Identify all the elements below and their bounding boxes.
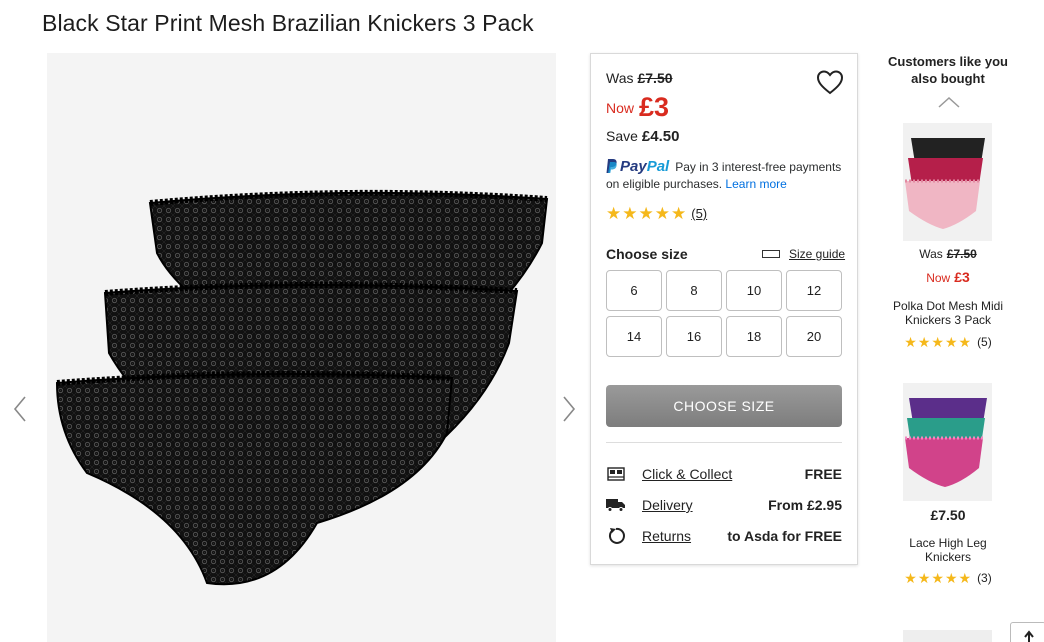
rating-count: (3): [977, 571, 992, 585]
now-label: Now: [606, 100, 635, 116]
star-icon: ★: [606, 204, 622, 223]
size-option-20[interactable]: 20: [786, 316, 842, 357]
next-image-arrow-icon[interactable]: [561, 395, 577, 423]
star-icon: ★: [917, 334, 931, 350]
paypal-message: PayPal Pay in 3 interest-free payments on…: [606, 158, 851, 193]
star-icon: ★: [958, 570, 972, 586]
star-icon: ★: [944, 570, 958, 586]
scroll-up-chevron-icon[interactable]: [938, 95, 960, 108]
recommended-product-rating: ★ ★ ★ ★ ★ (5): [878, 335, 1018, 349]
was-price: Was £7.50: [606, 70, 673, 86]
prev-image-arrow-icon[interactable]: [12, 395, 28, 423]
recommended-price: £7.50: [930, 507, 966, 523]
was-label: Was: [606, 70, 634, 86]
size-option-8[interactable]: 8: [666, 270, 722, 311]
returns-value: to Asda for FREE: [727, 528, 842, 544]
product-rating[interactable]: ★ ★ ★ ★ ★ (5): [606, 205, 707, 222]
star-icon: ★: [917, 570, 931, 586]
delivery-value: From £2.95: [768, 497, 842, 513]
star-icon: ★: [654, 204, 670, 223]
size-option-18[interactable]: 18: [726, 316, 782, 357]
now-value: £3: [639, 92, 670, 122]
save-label: Save: [606, 128, 638, 144]
recommended-product-rating: ★ ★ ★ ★ ★ (3): [878, 571, 1018, 585]
arrow-up-icon: [1024, 630, 1034, 642]
store-icon: [606, 465, 626, 483]
size-option-10[interactable]: 10: [726, 270, 782, 311]
size-selector: 6 8 10 12 14 16 18 20: [606, 270, 842, 357]
recommended-now-price: Now £3: [926, 269, 970, 285]
rating-count: (5): [977, 335, 992, 349]
paypal-learn-more-link[interactable]: Learn more: [725, 177, 786, 191]
was-value: £7.50: [637, 70, 673, 86]
recommendations-panel: Customers like you also bought Was £7.50 …: [878, 53, 1018, 585]
recommended-was-price: Was £7.50: [919, 247, 977, 261]
paypal-logo: PayPal: [620, 158, 670, 175]
star-icon: ★: [671, 204, 687, 223]
choose-size-label: Choose size: [606, 246, 688, 262]
recommended-product-name[interactable]: Polka Dot Mesh Midi Knickers 3 Pack: [890, 299, 1006, 327]
returns-link[interactable]: Returns: [642, 528, 691, 544]
return-icon: [606, 527, 626, 545]
size-option-12[interactable]: 12: [786, 270, 842, 311]
back-to-top-button[interactable]: [1010, 622, 1044, 642]
recommended-product-image[interactable]: [903, 123, 992, 241]
choose-size-button[interactable]: CHOOSE SIZE: [606, 385, 842, 427]
product-image[interactable]: [47, 53, 556, 642]
size-option-6[interactable]: 6: [606, 270, 662, 311]
star-icon: ★: [931, 570, 944, 586]
size-guide-link[interactable]: Size guide: [762, 247, 845, 261]
now-price: Now £3: [606, 92, 669, 123]
product-photo: [47, 53, 556, 642]
buy-box: Was £7.50 Now £3 Save £4.50 PayPal Pay in 3 …: [590, 53, 858, 565]
click-collect-link[interactable]: Click & Collect: [642, 466, 732, 482]
star-icon: ★: [944, 334, 958, 350]
delivery-row: Delivery From £2.95: [606, 494, 842, 516]
recommended-product-3-image[interactable]: [903, 630, 992, 642]
star-icon: ★: [931, 334, 944, 350]
save-value: £4.50: [641, 128, 680, 145]
recommended-product-name[interactable]: Lace High Leg Knickers: [890, 536, 1006, 564]
save-amount: Save £4.50: [606, 128, 679, 145]
click-collect-value: FREE: [804, 466, 842, 482]
size-option-16[interactable]: 16: [666, 316, 722, 357]
review-count-link[interactable]: (5): [691, 206, 707, 221]
star-icon: ★: [958, 334, 972, 350]
star-icon: ★: [904, 570, 917, 586]
wishlist-heart-icon[interactable]: [816, 69, 844, 95]
star-icon: ★: [904, 334, 917, 350]
paypal-logo-icon: [606, 159, 617, 173]
product-title: Black Star Print Mesh Brazilian Knickers…: [42, 10, 534, 36]
divider: [606, 442, 842, 443]
size-option-14[interactable]: 14: [606, 316, 662, 357]
size-guide-label: Size guide: [789, 247, 846, 261]
star-icon: ★: [622, 204, 638, 223]
ruler-icon: [762, 250, 780, 258]
truck-icon: [606, 496, 626, 514]
returns-row: Returns to Asda for FREE: [606, 525, 842, 547]
delivery-link[interactable]: Delivery: [642, 497, 693, 513]
star-icon: ★: [638, 204, 654, 223]
recommendations-heading: Customers like you also bought: [888, 54, 1008, 86]
recommended-product-image[interactable]: [903, 383, 992, 501]
click-collect-row: Click & Collect FREE: [606, 463, 842, 485]
